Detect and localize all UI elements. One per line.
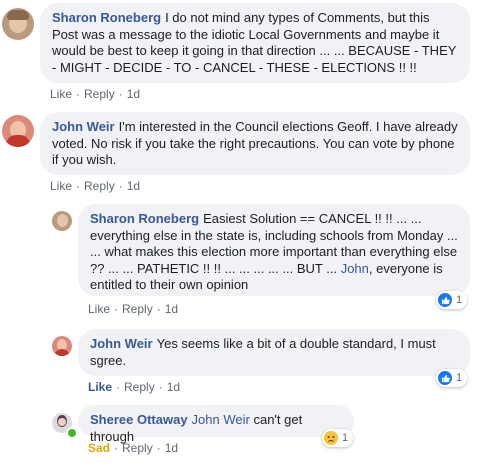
sad-reaction-button[interactable]: Sad: [88, 441, 110, 455]
mention-link[interactable]: John Weir: [192, 412, 250, 427]
comment-actions: Like · Reply · 1d: [50, 87, 140, 101]
online-status-dot: [66, 427, 78, 439]
reply-bubble: Sharon Roneberg Easiest Solution == CANCE…: [78, 204, 470, 296]
reply-author[interactable]: Sheree Ottaway: [90, 412, 188, 427]
comment-bubble: Sharon Roneberg I do not mind any types o…: [40, 3, 470, 83]
like-button[interactable]: Like: [88, 302, 110, 316]
separator: ·: [76, 179, 81, 193]
reaction-count-value: 1: [342, 432, 349, 444]
mention-link[interactable]: John: [341, 261, 369, 276]
reply-button[interactable]: Reply: [122, 302, 153, 316]
reaction-count[interactable]: 1: [436, 291, 468, 309]
avatar[interactable]: [52, 336, 72, 356]
reply-author[interactable]: John Weir: [90, 336, 153, 351]
separator: ·: [114, 441, 119, 455]
thumbs-up-icon: [438, 293, 452, 307]
reply-actions: Like · Reply · 1d: [88, 302, 178, 316]
separator: ·: [156, 441, 161, 455]
timestamp[interactable]: 1d: [165, 302, 178, 316]
timestamp[interactable]: 1d: [167, 380, 180, 394]
thumbs-up-icon: [438, 371, 452, 385]
comment-author[interactable]: Sharon Roneberg: [52, 10, 161, 25]
like-button[interactable]: Like: [50, 87, 72, 101]
timestamp[interactable]: 1d: [127, 179, 140, 193]
timestamp[interactable]: 1d: [165, 441, 178, 455]
reply-button[interactable]: Reply: [84, 179, 115, 193]
reply-author[interactable]: Sharon Roneberg: [90, 211, 199, 226]
separator: ·: [118, 87, 123, 101]
separator: ·: [156, 302, 161, 316]
separator: ·: [116, 380, 121, 394]
reply-bubble: John Weir Yes seems like a bit of a doubl…: [78, 329, 470, 376]
reaction-count[interactable]: 1: [436, 369, 468, 387]
separator: ·: [76, 87, 81, 101]
separator: ·: [158, 380, 163, 394]
like-button[interactable]: Like: [88, 380, 112, 394]
avatar[interactable]: [52, 211, 72, 231]
reply-button[interactable]: Reply: [122, 441, 153, 455]
separator: ·: [118, 179, 123, 193]
reply-bubble: Sheree Ottaway John Weir can't get throug…: [78, 405, 354, 444]
reply-actions: Like · Reply · 1d: [88, 380, 180, 394]
timestamp[interactable]: 1d: [127, 87, 140, 101]
like-button[interactable]: Like: [50, 179, 72, 193]
avatar[interactable]: [2, 115, 34, 147]
avatar[interactable]: [2, 8, 34, 40]
reaction-count[interactable]: 1: [322, 429, 354, 447]
reaction-count-value: 1: [456, 294, 463, 306]
reply-actions: Sad · Reply · 1d: [88, 441, 178, 455]
separator: ·: [114, 302, 119, 316]
reply-button[interactable]: Reply: [84, 87, 115, 101]
sad-face-icon: [324, 431, 338, 445]
avatar[interactable]: [52, 413, 78, 439]
comment-actions: Like · Reply · 1d: [50, 179, 140, 193]
comment-bubble: John Weir I'm interested in the Council e…: [40, 112, 470, 175]
reaction-count-value: 1: [456, 372, 463, 384]
reply-button[interactable]: Reply: [124, 380, 155, 394]
comment-author[interactable]: John Weir: [52, 119, 115, 134]
